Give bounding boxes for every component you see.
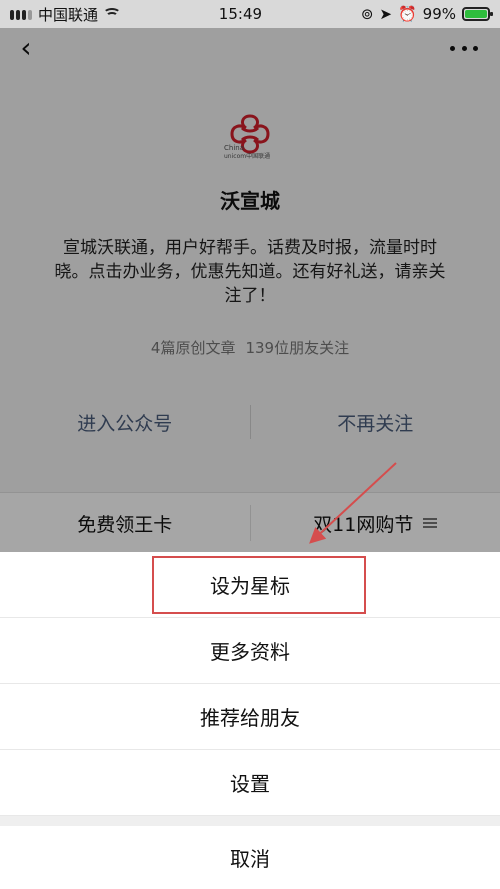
action-sheet: 设为星标 更多资料 推荐给朋友 设置 取消 [0,552,500,889]
cancel-button[interactable]: 取消 [0,826,500,889]
battery-percent: 99% [422,5,456,23]
more-info-label: 更多资料 [210,640,290,664]
lock-rotation-icon: ⊚ [360,5,374,23]
settings-button[interactable]: 设置 [0,750,500,816]
status-time: 15:49 [218,5,263,23]
recommend-friend-label: 推荐给朋友 [200,706,300,730]
status-bar: 中国联通 15:49 ⊚ ➤ ⏰ 99% [0,0,500,28]
status-right: ⊚ ➤ ⏰ 99% [360,5,493,23]
battery-level [465,10,487,18]
cancel-label: 取消 [230,847,270,871]
set-star-button[interactable]: 设为星标 [0,552,500,618]
status-left: 中国联通 [10,4,120,25]
action-sheet-gap [0,816,500,826]
settings-label: 设置 [230,772,270,796]
set-star-label: 设为星标 [210,574,290,598]
battery-icon [462,7,493,21]
signal-icon [10,8,32,20]
more-info-button[interactable]: 更多资料 [0,618,500,684]
alarm-icon: ⏰ [397,5,417,23]
carrier-name: 中国联通 [38,5,99,24]
wifi-icon [104,8,120,20]
recommend-friend-button[interactable]: 推荐给朋友 [0,684,500,750]
location-icon: ➤ [379,5,392,23]
